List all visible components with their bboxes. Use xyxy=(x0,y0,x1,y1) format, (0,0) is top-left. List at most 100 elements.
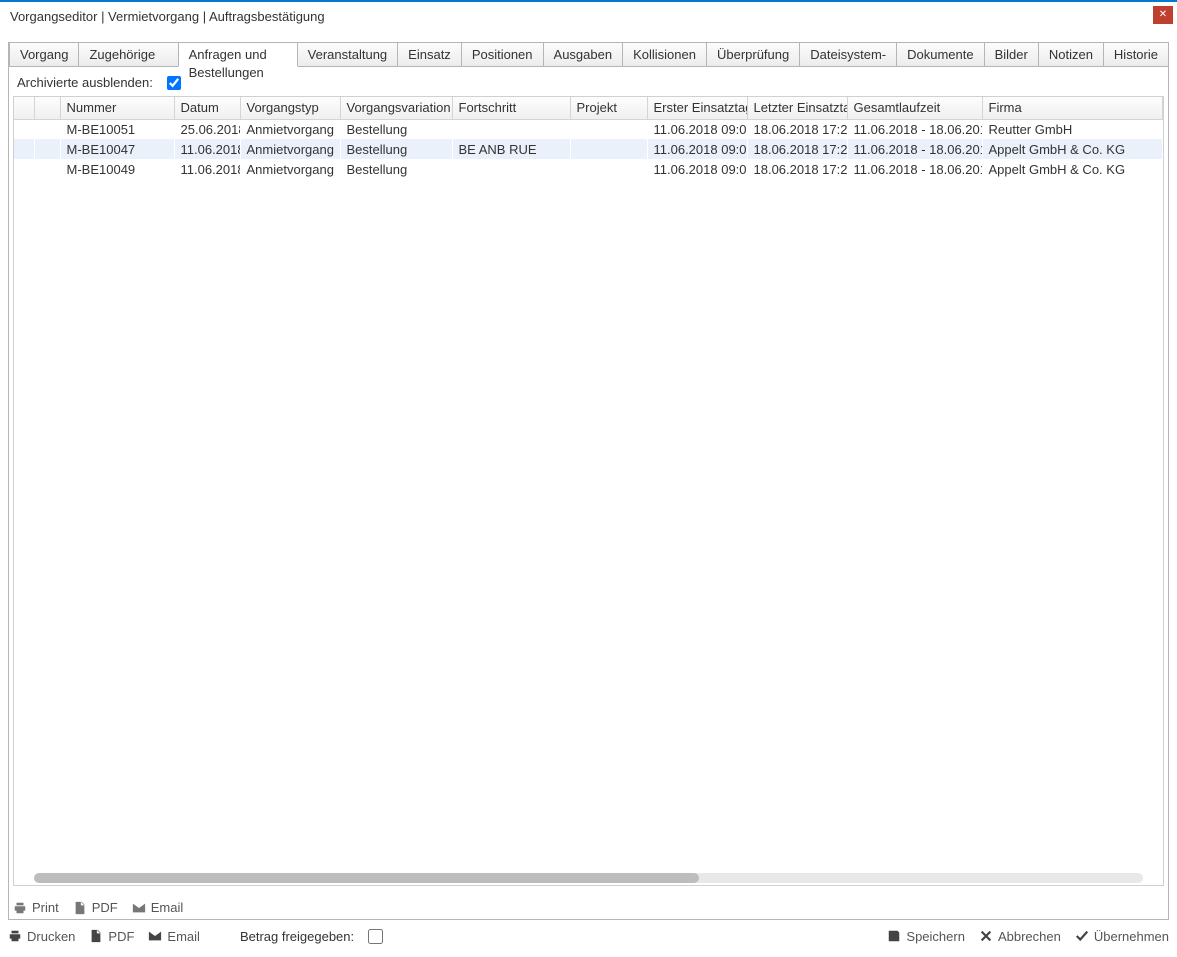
email-bottom-button[interactable]: Email xyxy=(148,929,200,944)
pdf-button[interactable]: PDF xyxy=(73,900,118,915)
table-cell: 11.06.2018 09:00 xyxy=(647,159,747,179)
scrollbar-thumb[interactable] xyxy=(34,873,699,883)
email-icon xyxy=(148,929,162,943)
table-cell: Bestellung xyxy=(340,119,452,139)
titlebar: Vorgangseditor | Vermietvorgang | Auftra… xyxy=(0,0,1177,30)
table-cell xyxy=(452,159,570,179)
print-icon xyxy=(8,929,22,943)
table-cell: 18.06.2018 17:29 xyxy=(747,139,847,159)
column-header[interactable] xyxy=(34,97,60,119)
table-row[interactable]: M-BE1005125.06.2018AnmietvorgangBestellu… xyxy=(14,119,1163,139)
table-cell xyxy=(452,119,570,139)
table-row[interactable]: M-BE1004711.06.2018AnmietvorgangBestellu… xyxy=(14,139,1163,159)
uebernehmen-label: Übernehmen xyxy=(1094,929,1169,944)
tab-notizen[interactable]: Notizen xyxy=(1038,42,1104,67)
print-button[interactable]: Print xyxy=(13,900,59,915)
column-header[interactable]: Projekt xyxy=(570,97,647,119)
inner-toolbar: Print PDF Email xyxy=(13,900,183,915)
abbrechen-label: Abbrechen xyxy=(998,929,1061,944)
data-grid[interactable]: NummerDatumVorgangstypVorgangsvariationF… xyxy=(13,96,1164,886)
tab-dateisystem-dateien[interactable]: Dateisystem-Dateien xyxy=(799,42,897,67)
tab-ausgaben[interactable]: Ausgaben xyxy=(543,42,624,67)
table-cell: 18.06.2018 17:29 xyxy=(747,159,847,179)
table-cell xyxy=(34,139,60,159)
table-cell: Appelt GmbH & Co. KG xyxy=(982,159,1163,179)
table-cell xyxy=(34,159,60,179)
table-row[interactable]: M-BE1004911.06.2018AnmietvorgangBestellu… xyxy=(14,159,1163,179)
table-cell: 11.06.2018 - 18.06.2018 xyxy=(847,139,982,159)
email-icon xyxy=(132,901,146,915)
pdf-bottom-label: PDF xyxy=(108,929,134,944)
pdf-icon xyxy=(73,901,87,915)
tab-anfragen-und-bestellungen[interactable]: Anfragen und Bestellungen xyxy=(178,42,298,67)
column-header[interactable]: Letzter Einsatztag xyxy=(747,97,847,119)
column-header[interactable]: Fortschritt xyxy=(452,97,570,119)
table-cell: 11.06.2018 xyxy=(174,159,240,179)
tab-historie[interactable]: Historie xyxy=(1103,42,1169,67)
pdf-icon xyxy=(89,929,103,943)
grid-header-row: NummerDatumVorgangstypVorgangsvariationF… xyxy=(14,97,1163,119)
column-header[interactable]: Vorgangsvariation xyxy=(340,97,452,119)
table-cell xyxy=(570,119,647,139)
betrag-freigegeben-checkbox[interactable] xyxy=(368,929,383,944)
table-cell: Bestellung xyxy=(340,139,452,159)
table-cell: Anmietvorgang xyxy=(240,139,340,159)
check-icon xyxy=(1075,929,1089,943)
column-header[interactable]: Firma xyxy=(982,97,1163,119)
column-header[interactable]: Datum xyxy=(174,97,240,119)
email-button[interactable]: Email xyxy=(132,900,184,915)
table-cell: 11.06.2018 - 18.06.2018 xyxy=(847,119,982,139)
table-cell: Appelt GmbH & Co. KG xyxy=(982,139,1163,159)
uebernehmen-button[interactable]: Übernehmen xyxy=(1075,929,1169,944)
table-cell xyxy=(570,139,647,159)
speichern-button[interactable]: Speichern xyxy=(887,929,965,944)
table-cell: 11.06.2018 - 18.06.2018 xyxy=(847,159,982,179)
table-cell: Reutter GmbH xyxy=(982,119,1163,139)
table-cell xyxy=(14,139,34,159)
close-button[interactable]: ✕ xyxy=(1153,6,1173,24)
bottom-toolbar-right: Speichern Abbrechen Übernehmen xyxy=(887,929,1169,944)
table-cell: 25.06.2018 xyxy=(174,119,240,139)
email-bottom-label: Email xyxy=(167,929,200,944)
table-cell: Anmietvorgang xyxy=(240,159,340,179)
abbrechen-button[interactable]: Abbrechen xyxy=(979,929,1061,944)
tab-dokumente[interactable]: Dokumente xyxy=(896,42,984,67)
archive-filter-row: Archivierte ausblenden: xyxy=(13,75,1164,96)
table-cell: M-BE10049 xyxy=(60,159,174,179)
speichern-label: Speichern xyxy=(906,929,965,944)
tab-content: Archivierte ausblenden: NummerDatumVorga… xyxy=(9,66,1168,919)
bottom-toolbar: Drucken PDF Email Betrag freigegeben: Sp… xyxy=(8,921,1169,951)
tab-veranstaltung[interactable]: Veranstaltung xyxy=(297,42,399,67)
table-cell: 11.06.2018 09:00 xyxy=(647,119,747,139)
table-cell: M-BE10051 xyxy=(60,119,174,139)
email-label: Email xyxy=(151,900,184,915)
pdf-bottom-button[interactable]: PDF xyxy=(89,929,134,944)
column-header[interactable]: Erster Einsatztag xyxy=(647,97,747,119)
table-cell: 11.06.2018 09:00 xyxy=(647,139,747,159)
column-header[interactable]: Nummer xyxy=(60,97,174,119)
tab--berpr-fung[interactable]: Überprüfung xyxy=(706,42,800,67)
bottom-toolbar-left: Drucken PDF Email Betrag freigegeben: xyxy=(8,929,383,944)
column-header[interactable]: Vorgangstyp xyxy=(240,97,340,119)
table-cell: Bestellung xyxy=(340,159,452,179)
tab-zugeh-rige-vorg-nge[interactable]: Zugehörige Vorgänge xyxy=(78,42,178,67)
tab-vorgang[interactable]: Vorgang xyxy=(9,42,79,67)
cancel-icon xyxy=(979,929,993,943)
horizontal-scrollbar[interactable] xyxy=(34,873,1143,883)
archive-filter-checkbox[interactable] xyxy=(167,76,181,90)
column-header[interactable] xyxy=(14,97,34,119)
tab-bilder[interactable]: Bilder xyxy=(984,42,1039,67)
table-cell: Anmietvorgang xyxy=(240,119,340,139)
tabs-container: VorgangZugehörige VorgängeAnfragen und B… xyxy=(8,42,1169,920)
table-cell xyxy=(34,119,60,139)
table-cell xyxy=(14,119,34,139)
tab-positionen[interactable]: Positionen xyxy=(461,42,544,67)
column-header[interactable]: Gesamtlaufzeit xyxy=(847,97,982,119)
table-cell xyxy=(14,159,34,179)
drucken-button[interactable]: Drucken xyxy=(8,929,75,944)
tab-einsatz[interactable]: Einsatz xyxy=(397,42,462,67)
table-cell: M-BE10047 xyxy=(60,139,174,159)
save-icon xyxy=(887,929,901,943)
tab-kollisionen[interactable]: Kollisionen xyxy=(622,42,707,67)
betrag-freigegeben-label: Betrag freigegeben: xyxy=(240,929,354,944)
